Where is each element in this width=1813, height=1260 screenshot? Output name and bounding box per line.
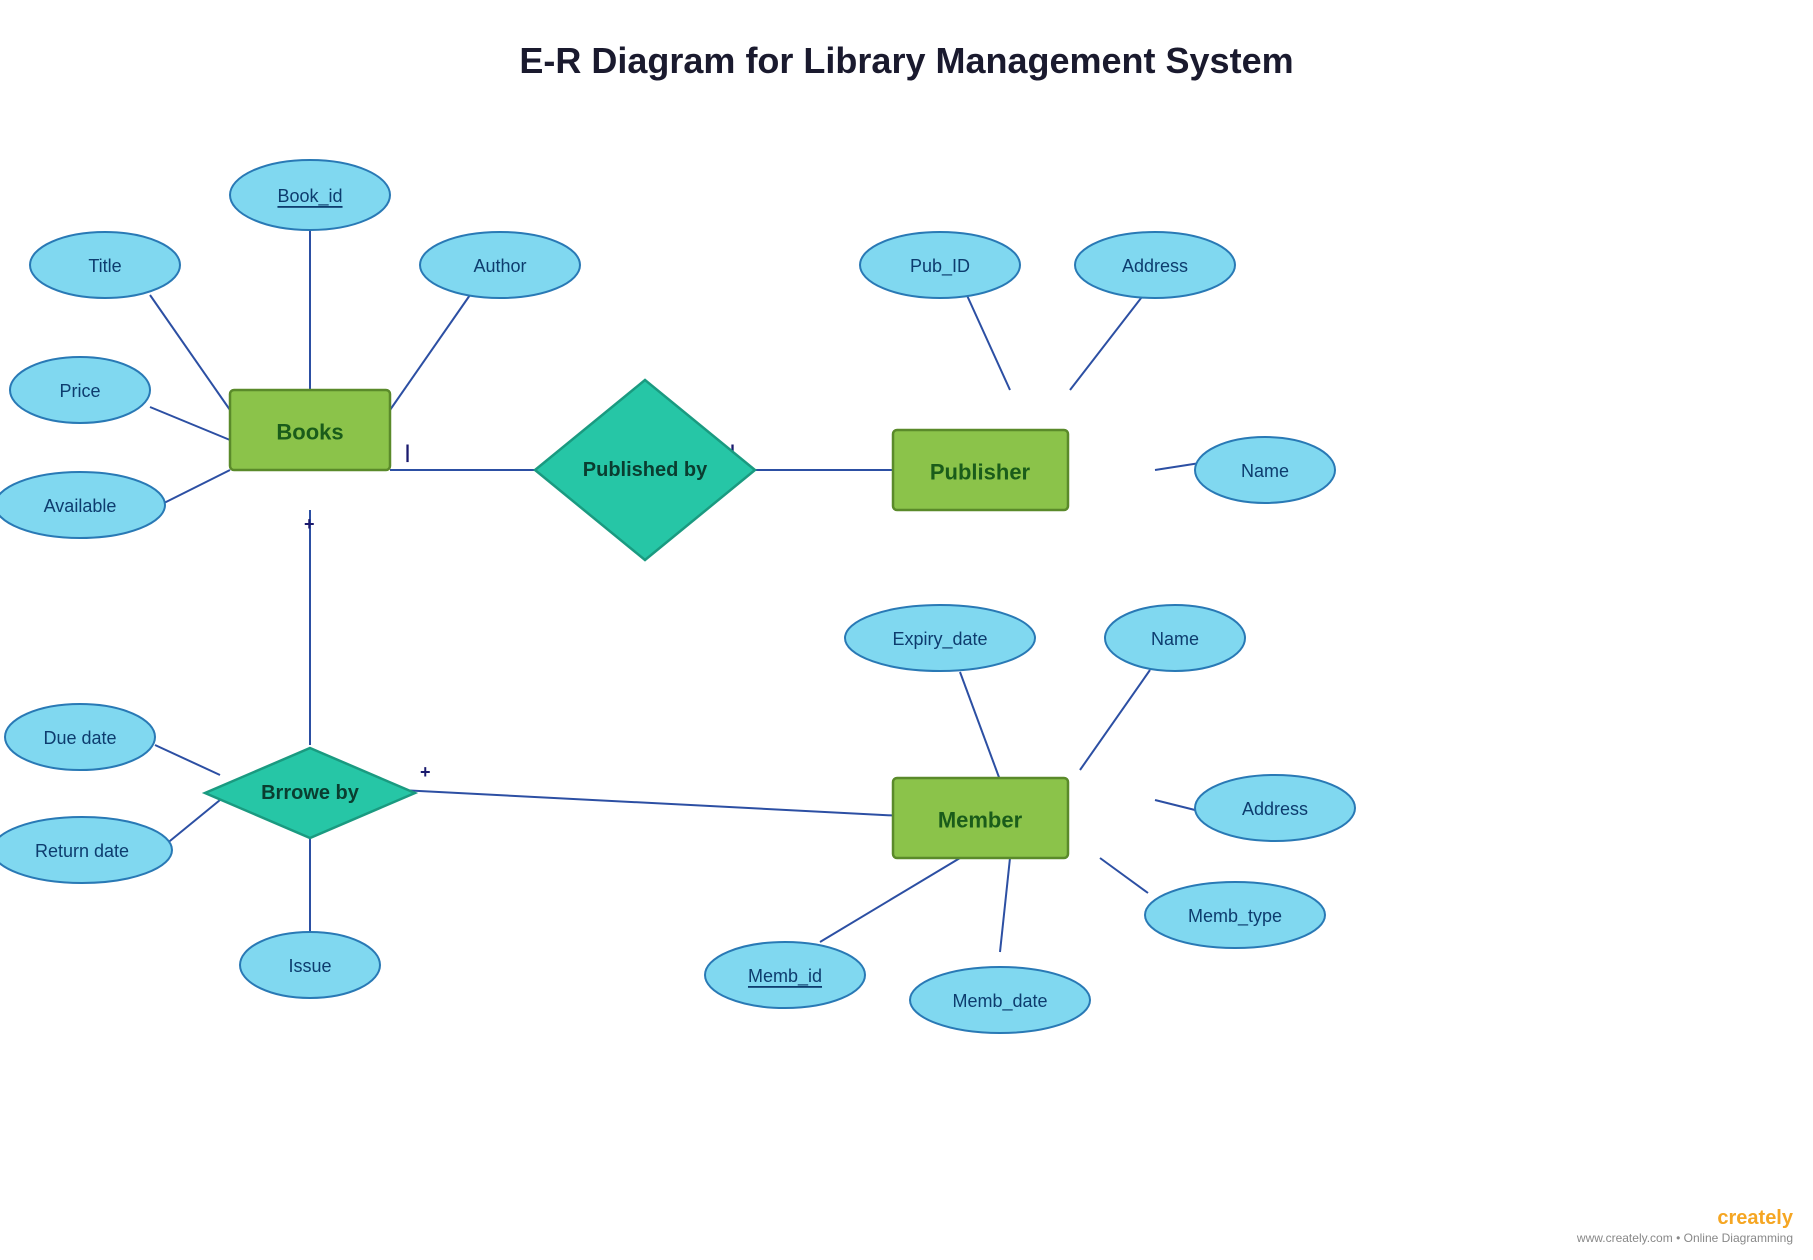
entity-member-label: Member bbox=[938, 808, 1023, 833]
diagram-container: E-R Diagram for Library Management Syste… bbox=[0, 0, 1813, 1260]
attr-price-label: Price bbox=[59, 381, 100, 401]
attr-pub-name-label: Name bbox=[1241, 461, 1289, 481]
relation-published-by-label: Published by bbox=[583, 459, 708, 481]
relation-brrowe-by-label: Brrowe by bbox=[261, 782, 360, 804]
svg-text:+: + bbox=[304, 514, 315, 534]
watermark: creately www.creately.com • Online Diagr… bbox=[1577, 1207, 1793, 1245]
attr-pub-id-label: Pub_ID bbox=[910, 256, 970, 277]
attr-pub-address-label: Address bbox=[1122, 256, 1188, 276]
attr-mem-name-label: Name bbox=[1151, 629, 1199, 649]
svg-text:+: + bbox=[420, 762, 431, 782]
er-diagram-svg: | | + + bbox=[0, 0, 1813, 1260]
attr-expiry-date-label: Expiry_date bbox=[892, 629, 987, 650]
svg-text:|: | bbox=[405, 442, 410, 462]
attr-memb-date-label: Memb_date bbox=[952, 991, 1047, 1012]
attr-book-id-label: Book_id bbox=[277, 186, 342, 207]
attr-memb-type-label: Memb_type bbox=[1188, 906, 1282, 927]
attr-issue-label: Issue bbox=[288, 956, 331, 976]
attr-available-label: Available bbox=[44, 496, 117, 516]
attr-return-date-label: Return date bbox=[35, 841, 129, 861]
brand-name: creately bbox=[1717, 1207, 1793, 1229]
attr-memb-id-label: Memb_id bbox=[748, 966, 822, 987]
attr-mem-address-label: Address bbox=[1242, 799, 1308, 819]
attr-title-label: Title bbox=[88, 256, 121, 276]
attr-due-date-label: Due date bbox=[43, 728, 116, 748]
entity-publisher-label: Publisher bbox=[930, 460, 1031, 485]
brand-tagline: www.creately.com • Online Diagramming bbox=[1577, 1231, 1793, 1245]
attr-author-label: Author bbox=[473, 256, 526, 276]
entity-books-label: Books bbox=[276, 420, 343, 445]
